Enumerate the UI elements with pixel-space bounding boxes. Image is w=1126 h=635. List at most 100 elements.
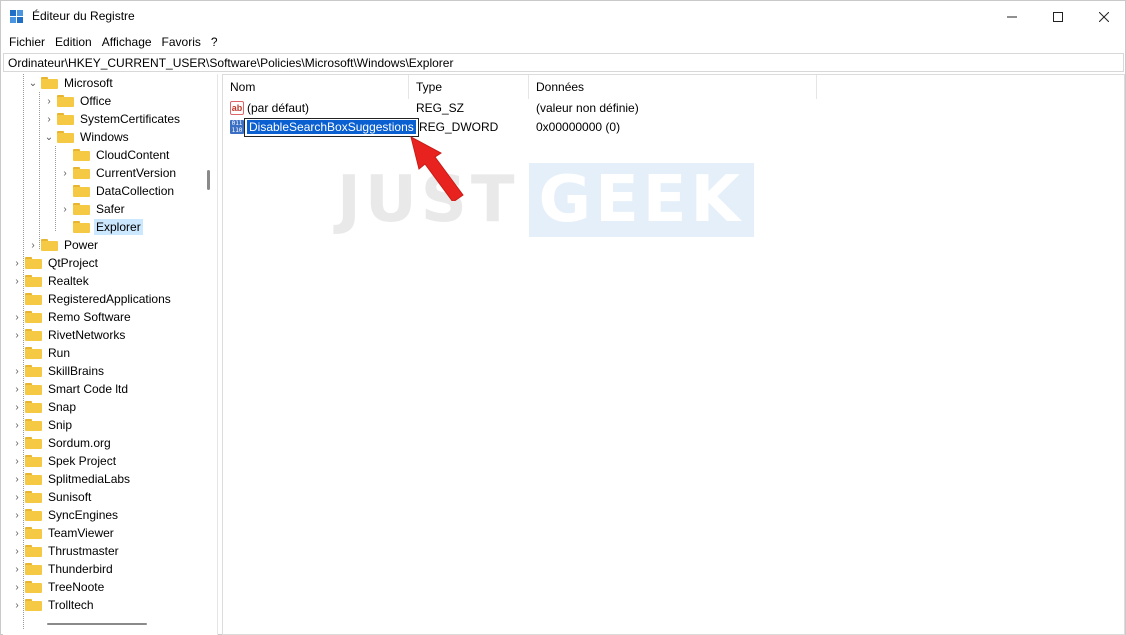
chevron-right-icon[interactable]: › — [27, 236, 39, 254]
tree-item-cloudcontent[interactable]: CloudContent — [59, 146, 171, 164]
value-row[interactable]: ab (par défaut) REG_SZ (valeur non défin… — [223, 99, 923, 118]
menu-affichage[interactable]: Affichage — [97, 32, 157, 52]
tree-item-spek-project[interactable]: › Spek Project — [11, 452, 118, 470]
folder-icon — [25, 599, 42, 611]
tree-item-label: Safer — [96, 202, 125, 216]
menu-fichier[interactable]: Fichier — [4, 32, 50, 52]
chevron-right-icon[interactable]: › — [11, 560, 23, 578]
chevron-right-icon[interactable]: › — [59, 164, 71, 182]
tree-item-power[interactable]: › Power — [27, 236, 100, 254]
tree-item-label: Trolltech — [48, 598, 94, 612]
tree-item-realtek[interactable]: › Realtek — [11, 272, 91, 290]
tree-item-syncengines[interactable]: › SyncEngines — [11, 506, 120, 524]
tree-item-registeredapplications[interactable]: RegisteredApplications — [11, 290, 173, 308]
tree-item-label: RivetNetworks — [48, 328, 126, 342]
tree-item-remo-software[interactable]: › Remo Software — [11, 308, 133, 326]
tree-item-trolltech[interactable]: › Trolltech — [11, 596, 96, 614]
tree-item-microsoft[interactable]: ⌄ Microsoft — [27, 74, 115, 92]
tree-item-safer[interactable]: › Safer — [59, 200, 127, 218]
tree-item-label: DataCollection — [96, 184, 175, 198]
column-header-type[interactable]: Type — [409, 75, 529, 99]
folder-icon — [57, 113, 74, 125]
tree-item-currentversion[interactable]: › CurrentVersion — [59, 164, 178, 182]
tree-item-thrustmaster[interactable]: › Thrustmaster — [11, 542, 121, 560]
key-tree[interactable]: ⌄ Microsoft › Office › SystemCertificate… — [3, 74, 218, 635]
tree-item-label: Smart Code ltd — [48, 382, 129, 396]
tree-item-rivetnetworks[interactable]: › RivetNetworks — [11, 326, 127, 344]
menu-favoris[interactable]: Favoris — [157, 32, 206, 52]
folder-icon — [25, 257, 42, 269]
tree-item-label: RegisteredApplications — [48, 292, 171, 306]
chevron-down-icon[interactable]: ⌄ — [27, 74, 39, 92]
chevron-right-icon[interactable]: › — [11, 470, 23, 488]
tree-item-skillbrains[interactable]: › SkillBrains — [11, 362, 106, 380]
tree-item-qtproject[interactable]: › QtProject — [11, 254, 100, 272]
tree-guide-line — [55, 146, 56, 231]
tree-item-thunderbird[interactable]: › Thunderbird — [11, 560, 115, 578]
close-button[interactable] — [1081, 1, 1126, 32]
chevron-right-icon[interactable]: › — [11, 434, 23, 452]
folder-icon — [73, 203, 90, 215]
tree-item-snap[interactable]: › Snap — [11, 398, 78, 416]
folder-icon — [73, 185, 90, 197]
tree-item-sunisoft[interactable]: › Sunisoft — [11, 488, 93, 506]
tree-item-office[interactable]: › Office — [43, 92, 113, 110]
tree-vertical-scrollbar[interactable] — [207, 170, 210, 190]
chevron-right-icon[interactable]: › — [11, 308, 23, 326]
value-name: (par défaut) — [247, 101, 310, 115]
chevron-right-icon[interactable]: › — [11, 542, 23, 560]
chevron-down-icon[interactable]: ⌄ — [43, 128, 55, 146]
tree-item-snip[interactable]: › Snip — [11, 416, 74, 434]
chevron-right-icon[interactable]: › — [11, 578, 23, 596]
chevron-right-icon[interactable]: › — [11, 524, 23, 542]
chevron-right-icon[interactable]: › — [11, 488, 23, 506]
tree-item-label: SkillBrains — [48, 364, 105, 378]
minimize-button[interactable] — [989, 1, 1035, 32]
folder-icon — [25, 365, 42, 377]
column-header-donnees[interactable]: Données — [529, 75, 817, 99]
folder-icon — [73, 221, 90, 233]
rename-input[interactable]: DisableSearchBoxSuggestions — [244, 118, 419, 137]
folder-icon — [25, 545, 42, 557]
tree-item-label: TreeNoote — [48, 580, 105, 594]
registry-app-icon — [10, 10, 24, 24]
chevron-right-icon[interactable]: › — [11, 416, 23, 434]
chevron-right-icon[interactable]: › — [11, 452, 23, 470]
chevron-right-icon[interactable]: › — [11, 326, 23, 344]
folder-icon — [41, 77, 58, 89]
chevron-right-icon[interactable]: › — [59, 200, 71, 218]
chevron-right-icon[interactable]: › — [11, 254, 23, 272]
tree-item-run[interactable]: Run — [11, 344, 72, 362]
maximize-button[interactable] — [1035, 1, 1081, 32]
tree-item-smart-code-ltd[interactable]: › Smart Code ltd — [11, 380, 130, 398]
tree-item-windows[interactable]: ⌄ Windows — [43, 128, 131, 146]
tree-item-datacollection[interactable]: DataCollection — [59, 182, 176, 200]
tree-item-teamviewer[interactable]: › TeamViewer — [11, 524, 116, 542]
chevron-right-icon[interactable]: › — [11, 398, 23, 416]
tree-item-systemcertificates[interactable]: › SystemCertificates — [43, 110, 182, 128]
tree-item-label: CloudContent — [96, 148, 170, 162]
chevron-right-icon[interactable]: › — [11, 380, 23, 398]
tree-item-sordum[interactable]: › Sordum.org — [11, 434, 113, 452]
tree-item-explorer[interactable]: Explorer — [59, 218, 143, 236]
chevron-right-icon[interactable]: › — [43, 92, 55, 110]
tree-item-treenoote[interactable]: › TreeNoote — [11, 578, 106, 596]
tree-horizontal-scrollbar[interactable] — [47, 623, 147, 625]
chevron-right-icon[interactable]: › — [43, 110, 55, 128]
address-bar[interactable]: Ordinateur\HKEY_CURRENT_USER\Software\Po… — [3, 53, 1124, 72]
menu-edition[interactable]: Edition — [50, 32, 97, 52]
tree-item-splitmedialabs[interactable]: › SplitmediaLabs — [11, 470, 132, 488]
chevron-right-icon[interactable]: › — [11, 272, 23, 290]
folder-icon — [25, 293, 42, 305]
tree-item-label: Office — [80, 94, 112, 108]
chevron-right-icon[interactable]: › — [11, 362, 23, 380]
chevron-right-icon[interactable]: › — [11, 506, 23, 524]
values-list[interactable]: Nom Type Données ab (par défaut) REG_SZ … — [222, 74, 1125, 635]
value-row-selected[interactable]: 011 110 DisableSearchBoxSuggestions REG_D… — [223, 118, 923, 137]
chevron-right-icon[interactable]: › — [11, 596, 23, 614]
tree-item-label: Spek Project — [48, 454, 117, 468]
menu-help[interactable]: ? — [206, 32, 223, 52]
folder-icon — [25, 437, 42, 449]
title-bar[interactable]: Éditeur du Registre — [1, 1, 1125, 32]
column-header-nom[interactable]: Nom — [223, 75, 409, 99]
